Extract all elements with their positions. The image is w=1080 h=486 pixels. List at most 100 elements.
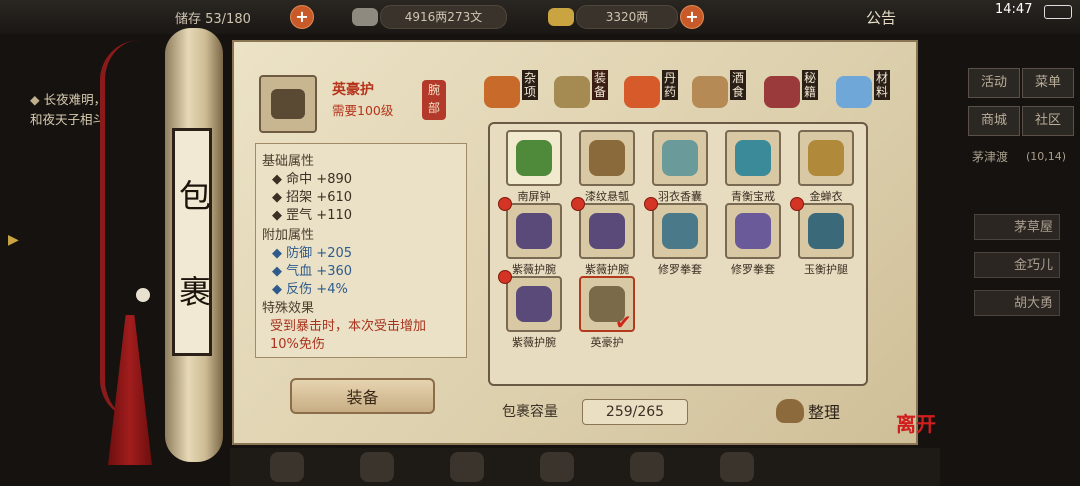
books-icon bbox=[764, 76, 800, 108]
slot-tag-text: 腕部 bbox=[428, 83, 441, 115]
extra-attr-title: 附加属性 bbox=[262, 228, 315, 243]
toolbar-icon-3[interactable] bbox=[450, 452, 484, 482]
gold-ingot-icon bbox=[548, 8, 574, 26]
add-storage-button[interactable]: + bbox=[290, 5, 314, 29]
toolbar-icon-4[interactable] bbox=[540, 452, 574, 482]
extra-stat-row: ◆ 反伤 +4% bbox=[272, 282, 348, 297]
battery-icon bbox=[1044, 5, 1072, 19]
sort-button[interactable]: 整理 bbox=[776, 397, 846, 425]
tab-food[interactable]: 酒食 bbox=[690, 70, 763, 112]
special-effect-line-2: 10%免伤 bbox=[270, 337, 325, 352]
notification-dot bbox=[498, 197, 512, 211]
bracer-icon bbox=[271, 89, 305, 119]
activity-button[interactable]: 活动 bbox=[968, 68, 1020, 98]
selected-item-icon bbox=[259, 75, 317, 133]
stat-name: 反伤 bbox=[286, 282, 313, 297]
shop-button[interactable]: 商城 bbox=[968, 106, 1020, 136]
item-name-label: 修罗拳套 bbox=[731, 263, 775, 276]
pills-icon bbox=[624, 76, 660, 108]
item-slot[interactable] bbox=[798, 130, 854, 186]
toolbar-icon-5[interactable] bbox=[630, 452, 664, 482]
scroll-title-char-2: 裹 bbox=[178, 273, 211, 311]
location-coords: (10,14) bbox=[1026, 150, 1067, 163]
story-line-2: 和夜天子相斗 bbox=[30, 112, 106, 127]
base-stat-row: ◆ 招架 +610 bbox=[272, 190, 353, 205]
item-icon bbox=[808, 140, 844, 176]
bag-storage-text: 储存 53/180 bbox=[175, 12, 251, 27]
tab-misc[interactable]: 杂项 bbox=[482, 70, 555, 112]
stat-name: 招架 bbox=[286, 190, 313, 205]
item-slot[interactable] bbox=[579, 130, 635, 186]
toolbar-icon-1[interactable] bbox=[270, 452, 304, 482]
npc-item-2[interactable]: 金巧儿 bbox=[974, 252, 1060, 278]
stat-name: 罡气 bbox=[286, 208, 313, 223]
stat-name: 命中 bbox=[286, 172, 313, 187]
capacity-value: 259/265 bbox=[582, 399, 688, 425]
equip-button[interactable]: 装备 bbox=[290, 378, 435, 414]
tab-label: 丹药 bbox=[662, 70, 678, 100]
expand-arrow-icon[interactable]: ▶ bbox=[8, 232, 22, 252]
stat-value: +360 bbox=[316, 264, 353, 279]
notification-dot bbox=[790, 197, 804, 211]
item-name-label: 修罗拳套 bbox=[658, 263, 702, 276]
notification-dot bbox=[571, 197, 585, 211]
leave-button[interactable]: 离开 bbox=[896, 408, 944, 452]
item-slot[interactable] bbox=[652, 203, 708, 259]
scroll-title-char-1: 包 bbox=[178, 177, 211, 215]
item-icon bbox=[589, 140, 625, 176]
tab-label: 杂项 bbox=[522, 70, 538, 100]
item-slot[interactable] bbox=[579, 203, 635, 259]
menu-button[interactable]: 菜单 bbox=[1022, 68, 1074, 98]
item-slot[interactable] bbox=[652, 130, 708, 186]
item-slot[interactable] bbox=[506, 130, 562, 186]
capacity-label: 包裹容量 bbox=[502, 404, 558, 420]
toolbar-icon-2[interactable] bbox=[360, 452, 394, 482]
sort-label: 整理 bbox=[808, 403, 841, 422]
stat-value: +4% bbox=[316, 282, 348, 297]
scroll-weapon-icon bbox=[554, 76, 590, 108]
tab-equipment[interactable]: 装备 bbox=[552, 70, 625, 112]
npc-item-1[interactable]: 茅草屋 bbox=[974, 214, 1060, 240]
add-gold-button[interactable]: + bbox=[680, 5, 704, 29]
item-name-label: 青衡宝戒 bbox=[731, 190, 775, 203]
tab-label: 材料 bbox=[874, 70, 890, 100]
money-bag-icon bbox=[776, 399, 804, 423]
story-text: ◆ 长夜难明， 和夜天子相斗 bbox=[30, 90, 106, 130]
item-slot[interactable] bbox=[725, 203, 781, 259]
slot-tag-stamp: 腕部 bbox=[422, 80, 446, 120]
tab-medicine[interactable]: 丹药 bbox=[622, 70, 695, 112]
category-tabs: 杂项 装备 丹药 酒食 秘籍 材料 bbox=[482, 70, 890, 108]
item-slot[interactable] bbox=[506, 203, 562, 259]
item-slot[interactable] bbox=[725, 130, 781, 186]
gold-amount: 3320两 bbox=[576, 5, 678, 29]
stat-value: +205 bbox=[316, 246, 353, 261]
tab-materials[interactable]: 材料 bbox=[834, 70, 907, 112]
jar-icon bbox=[484, 76, 520, 108]
item-name-label: 英豪护 bbox=[590, 336, 624, 349]
item-icon bbox=[516, 213, 552, 249]
notice-button[interactable]: 公告 bbox=[866, 7, 896, 28]
crystal-icon bbox=[836, 76, 872, 108]
tab-manuals[interactable]: 秘籍 bbox=[762, 70, 835, 112]
wine-food-icon bbox=[692, 76, 728, 108]
scroll-title-panel: 包 裹 bbox=[172, 128, 212, 356]
equipped-check-icon: ✔ bbox=[615, 310, 632, 334]
special-effect-title: 特殊效果 bbox=[262, 301, 315, 316]
stat-value: +110 bbox=[316, 208, 353, 223]
notification-dot bbox=[644, 197, 658, 211]
item-icon bbox=[735, 140, 771, 176]
item-icon bbox=[662, 213, 698, 249]
location-name: 茅津渡 bbox=[972, 150, 1009, 164]
community-button[interactable]: 社区 bbox=[1022, 106, 1074, 136]
item-slot[interactable] bbox=[798, 203, 854, 259]
base-attr-title: 基础属性 bbox=[262, 154, 315, 169]
tab-label: 秘籍 bbox=[802, 70, 818, 100]
toolbar-icon-6[interactable] bbox=[720, 452, 754, 482]
base-stat-row: ◆ 罡气 +110 bbox=[272, 208, 353, 223]
notification-dot bbox=[498, 270, 512, 284]
item-icon bbox=[516, 286, 552, 322]
top-bar bbox=[0, 0, 1080, 34]
stat-name: 气血 bbox=[286, 264, 313, 279]
item-slot[interactable] bbox=[506, 276, 562, 332]
npc-item-3[interactable]: 胡大勇 bbox=[974, 290, 1060, 316]
